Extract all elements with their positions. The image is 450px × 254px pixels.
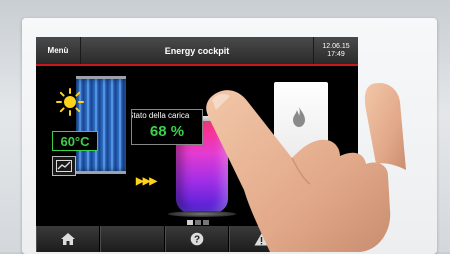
- boiler-foot: [306, 167, 328, 175]
- charge-label: Stato della carica: [132, 111, 190, 120]
- toolbar-button-empty[interactable]: [100, 226, 165, 252]
- tank-base: [168, 211, 236, 217]
- page-dot[interactable]: [203, 220, 209, 225]
- page-indicator: [187, 220, 209, 225]
- charge-status-box[interactable]: Stato della carica 68 %: [131, 109, 203, 145]
- page-title: Energy cockpit: [164, 45, 230, 56]
- date-time-display: 12.06.15 17:49: [313, 37, 358, 64]
- flow-arrows-boiler-icon: ◀◀◀: [229, 130, 250, 141]
- sun-icon: [56, 88, 84, 116]
- charge-value: 68 %: [149, 123, 185, 140]
- bottom-toolbar: ?: [36, 226, 358, 252]
- toolbar-button-empty[interactable]: [293, 226, 358, 252]
- touch-screen: Menù Energy cockpit 12.06.15 17:49 60°C …: [36, 37, 358, 252]
- question-icon: ?: [190, 232, 204, 246]
- chart-icon: [56, 160, 72, 172]
- chart-button[interactable]: [52, 156, 76, 176]
- date-label: 12.06.15: [322, 42, 350, 50]
- collector-temperature[interactable]: 60°C: [52, 131, 98, 151]
- home-icon: [61, 233, 76, 245]
- header-bar: Menù Energy cockpit 12.06.15 17:49: [36, 37, 358, 66]
- help-button[interactable]: ?: [164, 226, 230, 252]
- page-dot[interactable]: [195, 220, 201, 225]
- page-dot[interactable]: [187, 220, 193, 225]
- warning-icon: [254, 233, 269, 245]
- energy-diagram: 60°C ▶▶▶ Stato della carica 68 % ◀◀◀: [36, 66, 358, 226]
- svg-text:?: ?: [194, 235, 200, 246]
- warning-button[interactable]: [229, 226, 294, 252]
- flow-arrows-solar-icon: ▶▶▶: [136, 176, 157, 187]
- home-button[interactable]: [36, 226, 101, 252]
- time-label: 17:49: [327, 50, 345, 58]
- menu-button[interactable]: Menù: [36, 37, 81, 64]
- flame-icon: [293, 107, 305, 127]
